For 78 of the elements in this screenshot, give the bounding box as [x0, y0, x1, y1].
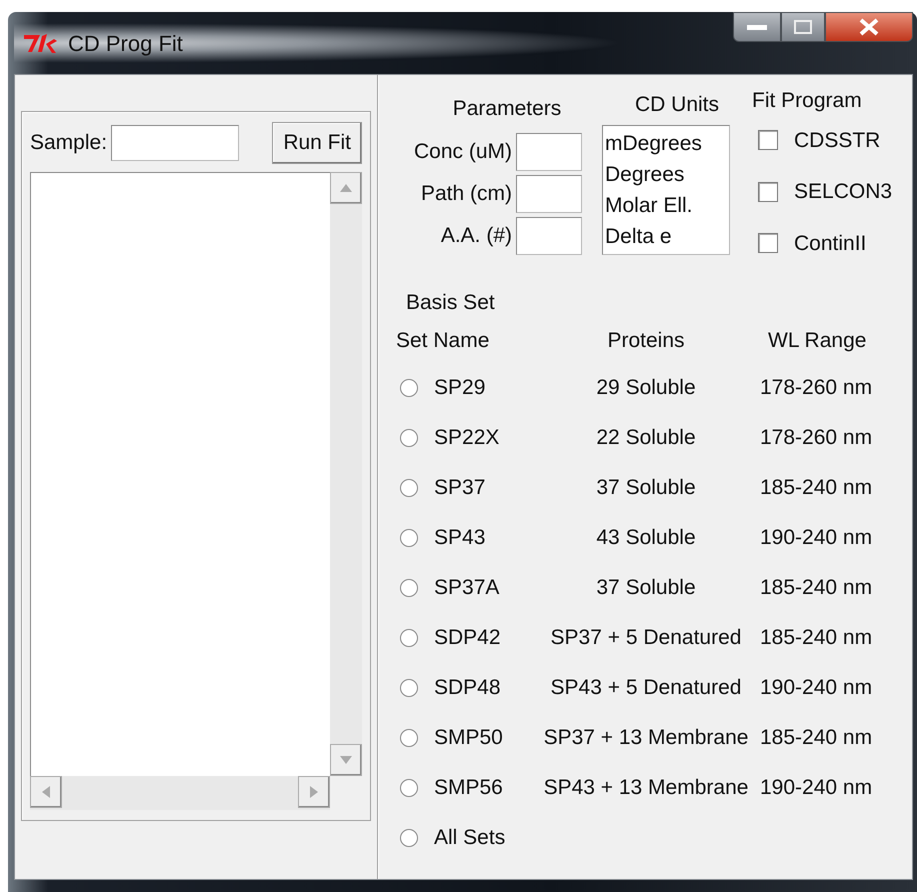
parameter-field[interactable]	[516, 216, 582, 254]
set-name: SMP56	[434, 774, 503, 801]
wl-range-cell: 185-240 nm	[760, 576, 872, 599]
set-name: SMP50	[434, 724, 503, 751]
set-name: SDP42	[434, 624, 501, 651]
proteins-cell: SP43 + 13 Membrane	[544, 776, 748, 799]
checkbox[interactable]	[758, 130, 778, 150]
parameters-heading: Parameters	[452, 97, 562, 120]
radio-button[interactable]	[400, 378, 418, 396]
set-name: SDP48	[434, 674, 501, 701]
column-header: Set Name	[396, 328, 490, 352]
radio-button[interactable]	[400, 628, 418, 646]
checkbox[interactable]	[758, 182, 778, 202]
parameter-field[interactable]	[516, 132, 582, 170]
radio-button[interactable]	[400, 828, 418, 846]
wl-range-cell: 178-260 nm	[760, 376, 872, 399]
run-fit-button[interactable]: Run Fit	[272, 122, 362, 164]
set-name: SP37	[434, 474, 486, 501]
sample-field[interactable]	[111, 124, 240, 161]
sample-label: Sample:	[30, 130, 108, 156]
proteins-cell: 37 Soluble	[596, 576, 696, 599]
unit-option[interactable]: Molar Ell.	[605, 190, 693, 220]
wl-range-cell: 185-240 nm	[760, 476, 872, 499]
wl-range-cell: 190-240 nm	[760, 526, 872, 549]
maximize-button[interactable]	[781, 12, 825, 42]
radio-button[interactable]	[400, 728, 418, 746]
parameter-label: Path (cm)	[420, 180, 512, 207]
column-header: WL Range	[768, 328, 866, 352]
close-icon	[858, 18, 880, 36]
proteins-cell: 37 Soluble	[596, 476, 696, 499]
proteins-cell: 22 Soluble	[596, 426, 696, 449]
proteins-cell: 43 Soluble	[596, 526, 696, 549]
horizontal-scrollbar[interactable]	[30, 776, 330, 810]
checkbox-label: CDSSTR	[794, 128, 880, 154]
fit-program-heading: Fit Program	[752, 89, 862, 112]
unit-option[interactable]: Delta e	[605, 220, 672, 252]
proteins-cell: 29 Soluble	[596, 376, 696, 399]
basis-set-heading: Basis Set	[406, 291, 495, 314]
checkbox-label: SELCON3	[794, 179, 892, 205]
unit-option[interactable]: Degrees	[605, 158, 684, 190]
minimize-icon	[747, 23, 767, 31]
minimize-button[interactable]	[733, 12, 781, 42]
radio-button[interactable]	[400, 428, 418, 446]
set-name: SP37A	[434, 574, 500, 601]
wl-range-cell: 185-240 nm	[760, 726, 872, 749]
radio-button[interactable]	[400, 528, 418, 546]
scroll-right-icon[interactable]	[298, 776, 330, 808]
wl-range-cell: 190-240 nm	[760, 676, 872, 699]
proteins-cell: SP37 + 5 Denatured	[550, 626, 742, 649]
set-name: All Sets	[434, 824, 506, 851]
parameter-field[interactable]	[516, 174, 582, 212]
vertical-scrollbar[interactable]	[330, 172, 362, 776]
parameter-label: A.A. (#)	[440, 222, 512, 249]
radio-button[interactable]	[400, 678, 418, 696]
scroll-down-icon[interactable]	[330, 744, 362, 776]
scroll-up-icon[interactable]	[330, 172, 362, 204]
set-name: SP43	[434, 524, 486, 551]
close-button[interactable]	[825, 12, 913, 42]
radio-button[interactable]	[400, 478, 418, 496]
cd-units-heading: CD Units	[634, 93, 719, 116]
scroll-left-icon[interactable]	[30, 776, 62, 808]
set-name: SP29	[434, 374, 486, 401]
unit-option[interactable]: mDegrees	[605, 128, 702, 158]
wl-range-cell: 178-260 nm	[760, 426, 872, 449]
checkbox[interactable]	[758, 233, 778, 254]
radio-button[interactable]	[400, 578, 418, 596]
proteins-cell: SP37 + 13 Membrane	[544, 726, 748, 749]
wl-range-cell: 185-240 nm	[760, 626, 872, 649]
column-header: Proteins	[607, 328, 685, 352]
set-name: SP22X	[434, 424, 500, 451]
cd-units-list[interactable]: mDegrees Degrees Molar Ell. Delta e	[602, 124, 730, 254]
window-title: CD Prog Fit	[68, 30, 183, 58]
proteins-cell: SP43 + 5 Denatured	[550, 676, 742, 699]
radio-button[interactable]	[400, 778, 418, 796]
parameter-label: Conc (uM)	[414, 138, 512, 165]
maximize-icon	[794, 20, 812, 34]
wl-range-cell: 190-240 nm	[760, 776, 872, 799]
checkbox-label: ContinII	[794, 230, 866, 256]
